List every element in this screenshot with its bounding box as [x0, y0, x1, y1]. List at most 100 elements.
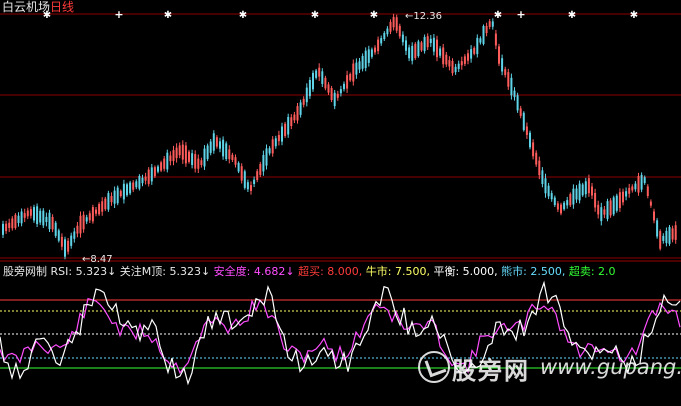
candle-body	[432, 37, 435, 52]
candle-body	[553, 197, 556, 205]
candle-body	[448, 60, 451, 67]
candle-body	[556, 203, 559, 210]
candle-body	[73, 231, 76, 239]
candle-body	[640, 174, 643, 190]
candle-body	[11, 218, 14, 229]
candle-body	[544, 178, 547, 194]
candle-body	[646, 186, 649, 196]
candle-body	[643, 177, 646, 183]
candle-body	[318, 67, 321, 77]
candle-body	[603, 209, 606, 215]
candle-body	[26, 210, 29, 217]
candle-body	[594, 193, 597, 208]
candle-body	[420, 42, 423, 51]
candle-body	[23, 213, 26, 218]
watermark-site-name: 股旁网	[452, 357, 530, 385]
candle-body	[157, 166, 159, 172]
candle-body	[312, 72, 314, 90]
candle-body	[101, 201, 104, 212]
candle-body	[29, 209, 32, 216]
candle-body	[256, 171, 259, 180]
candle-body	[153, 167, 156, 177]
candle-body	[250, 185, 252, 191]
candle-body	[423, 37, 426, 52]
candle-body	[246, 182, 249, 190]
candle-body	[442, 47, 445, 65]
legend-item: 平衡: 5.000,	[429, 265, 498, 278]
stock-chart-window: ✱ ✱ ✱ ✱ ✱ ✱ ✱ ✱ + + 白云机场日线 ←12.36 ←8.47 股旁网制 RSI:…	[0, 0, 681, 406]
legend-item: 超买: 8.000,	[294, 265, 363, 278]
candle-body	[566, 200, 569, 206]
candle-body	[600, 207, 603, 222]
candle-body	[485, 25, 488, 34]
candle-body	[463, 56, 466, 64]
candle-body	[88, 213, 91, 221]
candle-body	[253, 179, 256, 184]
signal-star-icon: ✱	[311, 10, 319, 21]
candle-body	[51, 217, 54, 230]
candle-body	[343, 83, 345, 90]
candle-body	[417, 41, 420, 56]
candle-body	[290, 117, 293, 126]
candle-body	[138, 176, 141, 189]
candle-body	[581, 184, 584, 196]
legend-item: 关注M顶: 5.323↓	[116, 265, 211, 278]
candle-body	[54, 222, 57, 236]
candle-body	[70, 235, 73, 246]
signal-star-icon: ✱	[239, 10, 247, 21]
candle-body	[649, 201, 652, 206]
candle-body	[122, 183, 125, 200]
candle-body	[364, 50, 367, 68]
candle-body	[110, 196, 113, 203]
candle-body	[637, 176, 640, 193]
candle-body	[597, 204, 600, 215]
candle-body	[36, 206, 39, 225]
candle-body	[516, 95, 519, 111]
candle-body	[79, 215, 82, 234]
candle-body	[659, 231, 662, 249]
candle-body	[507, 72, 510, 87]
candle-body	[383, 33, 386, 39]
candle-body	[60, 236, 63, 247]
candle-body	[476, 37, 479, 55]
candle-body	[222, 139, 225, 157]
chart-title: 白云机场日线	[2, 0, 74, 14]
candle-body	[287, 117, 290, 135]
high-price-label: ←12.36	[405, 11, 443, 22]
candle-body	[172, 150, 175, 162]
candle-body	[175, 147, 178, 159]
candle-body	[42, 210, 45, 226]
candle-body	[206, 145, 209, 160]
candle-body	[240, 166, 243, 181]
candle-body	[135, 181, 138, 188]
candle-body	[426, 36, 429, 48]
candle-body	[386, 28, 389, 35]
candle-body	[408, 47, 411, 59]
signal-star-icon: ✱	[568, 10, 576, 21]
candle-body	[479, 38, 482, 43]
candle-body	[488, 21, 491, 27]
legend-item: 熊市: 2.500,	[497, 265, 566, 278]
candle-body	[243, 171, 246, 188]
candle-body	[355, 62, 358, 75]
candle-body	[563, 202, 566, 210]
candle-body	[550, 193, 553, 200]
candle-body	[228, 149, 231, 160]
candle-body	[519, 108, 522, 116]
candle-body	[625, 191, 628, 197]
signal-plus-icon: +	[516, 8, 525, 21]
candle-body	[538, 160, 541, 176]
candle-body	[504, 69, 507, 75]
legend-item: 安全度: 4.682↓	[210, 265, 295, 278]
candle-body	[575, 188, 578, 200]
candle-body	[14, 214, 17, 228]
signal-star-icon: ✱	[164, 10, 172, 21]
candle-body	[147, 169, 150, 184]
candle-body	[578, 183, 581, 201]
candle-body	[414, 43, 417, 59]
candle-body	[95, 209, 97, 214]
period-label: 日线	[50, 0, 75, 14]
candle-body	[615, 195, 618, 211]
candle-body	[392, 16, 395, 28]
candle-body	[349, 74, 352, 81]
